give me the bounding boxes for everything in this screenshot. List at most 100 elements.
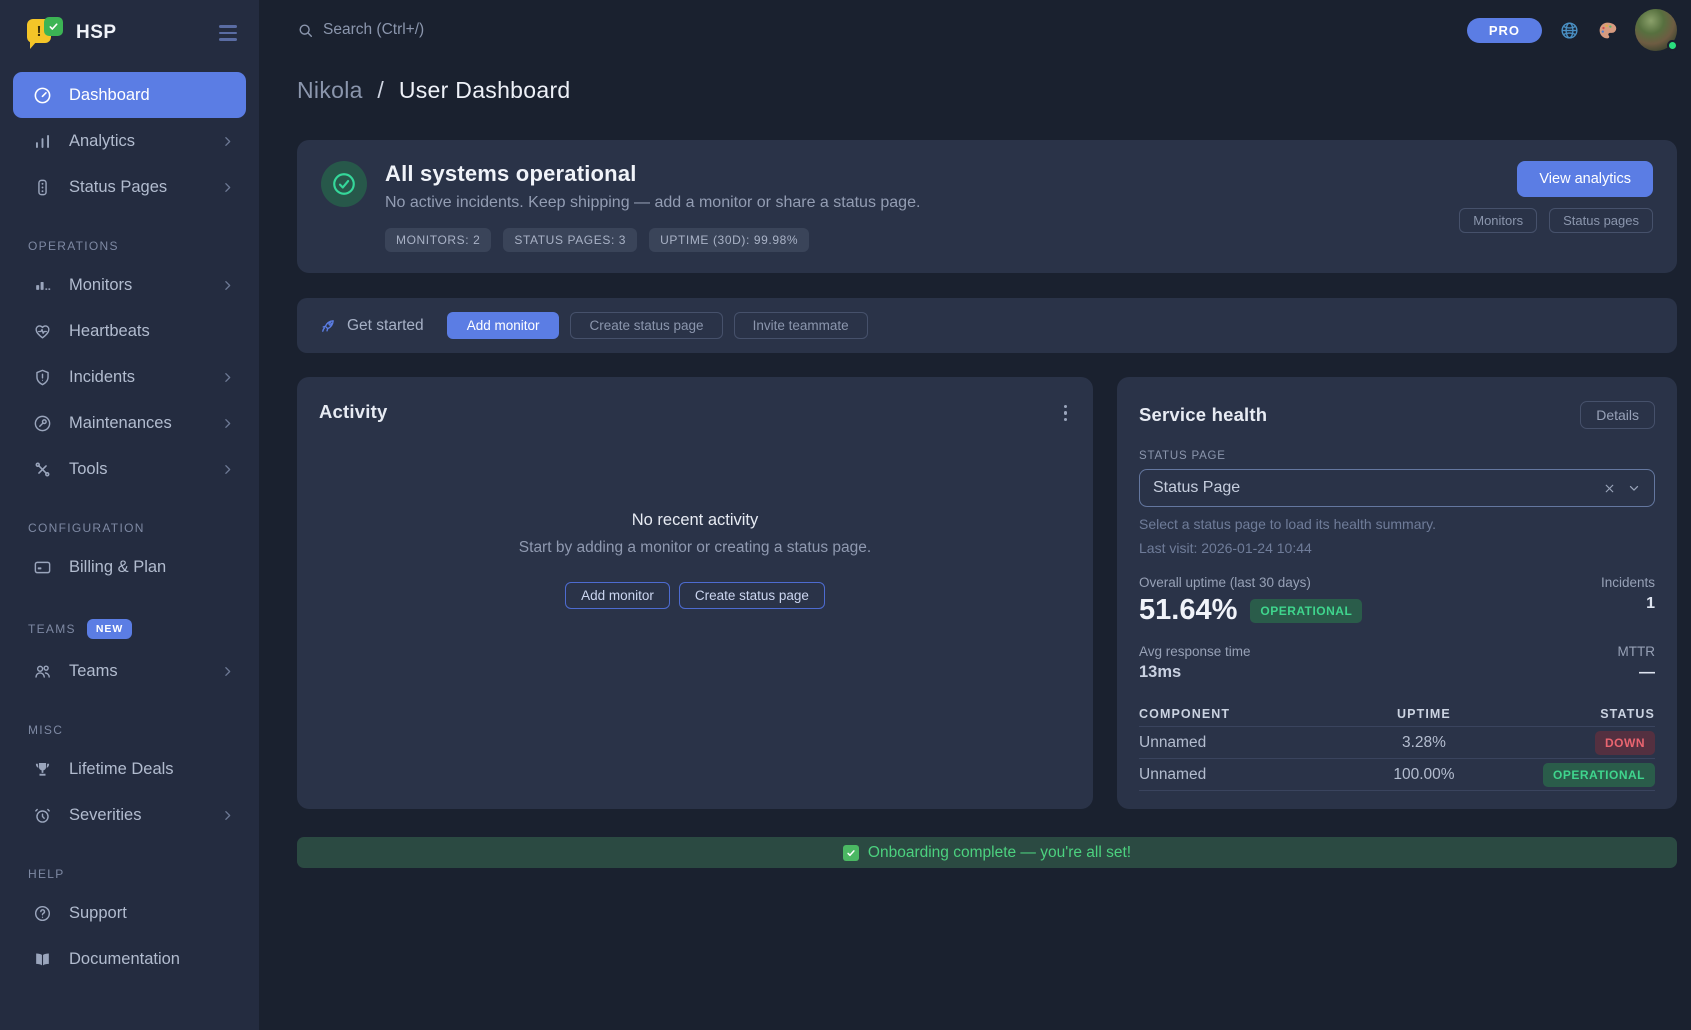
sidebar-item-documentation[interactable]: Documentation: [13, 936, 246, 982]
clear-icon[interactable]: [1603, 482, 1616, 495]
credit-card-icon: [32, 558, 52, 577]
topbar: Search (Ctrl+/) PRO: [297, 0, 1677, 60]
main-content: Search (Ctrl+/) PRO Nikola / User Dashbo…: [259, 0, 1691, 1030]
monitors-button[interactable]: Monitors: [1459, 208, 1537, 233]
chevron-right-icon: [221, 181, 234, 194]
sidebar-item-severities[interactable]: Severities: [13, 792, 246, 838]
tools-icon: [32, 460, 52, 479]
mttr-value: —: [1618, 664, 1656, 682]
sidebar-nav: Dashboard Analytics Status Pages OPERATI…: [0, 66, 259, 982]
globe-icon[interactable]: [1559, 20, 1580, 41]
kebab-menu-icon[interactable]: [1060, 401, 1071, 425]
sidebar-item-status-pages[interactable]: Status Pages: [13, 164, 246, 210]
breadcrumb-separator: /: [377, 77, 384, 103]
new-badge: NEW: [87, 619, 133, 639]
sidebar-section-operations: OPERATIONS: [28, 239, 259, 253]
sidebar-item-teams[interactable]: Teams: [13, 648, 246, 694]
breadcrumb-parent[interactable]: Nikola: [297, 77, 363, 103]
sidebar-item-maintenances[interactable]: Maintenances: [13, 400, 246, 446]
status-page-select-value: Status Page: [1153, 479, 1240, 497]
shield-alert-icon: [32, 368, 52, 387]
components-table: COMPONENT UPTIME STATUS Unnamed 3.28% DO…: [1139, 701, 1655, 791]
palette-icon[interactable]: [1597, 20, 1618, 41]
sidebar-section-misc: MISC: [28, 723, 259, 737]
uptime-label: Overall uptime (last 30 days): [1139, 575, 1362, 590]
onboarding-banner-text: Onboarding complete — you're all set!: [868, 844, 1131, 862]
page-title: User Dashboard: [399, 77, 571, 103]
component-uptime: 3.28%: [1347, 734, 1501, 752]
chevron-right-icon: [221, 371, 234, 384]
activity-empty-state: No recent activity Start by adding a mon…: [319, 511, 1071, 609]
brand-name: HSP: [76, 22, 117, 44]
sidebar-item-billing[interactable]: Billing & Plan: [13, 544, 246, 590]
monitors-count-chip: MONITORS: 2: [385, 228, 491, 252]
topbar-actions: PRO: [1467, 9, 1677, 51]
add-monitor-button[interactable]: Add monitor: [447, 312, 560, 339]
help-badge-icon: [32, 904, 52, 923]
sidebar-section-help: HELP: [28, 867, 259, 881]
check-circle-icon: [321, 161, 367, 207]
search-input[interactable]: Search (Ctrl+/): [297, 21, 424, 39]
chevron-right-icon: [221, 463, 234, 476]
sidebar-item-incidents[interactable]: Incidents: [13, 354, 246, 400]
check-icon: [843, 845, 859, 861]
hero-stat-chips: MONITORS: 2 STATUS PAGES: 3 UPTIME (30D)…: [385, 228, 920, 252]
hero-subtitle: No active incidents. Keep shipping — add…: [385, 194, 920, 212]
uptime-chip: UPTIME (30D): 99.98%: [649, 228, 809, 252]
mttr-label: MTTR: [1618, 644, 1656, 659]
details-button[interactable]: Details: [1580, 401, 1655, 429]
last-visit-text: Last visit: 2026-01-24 10:44: [1139, 540, 1655, 556]
incidents-value: 1: [1601, 595, 1655, 613]
view-analytics-button[interactable]: View analytics: [1517, 161, 1653, 197]
sidebar-item-heartbeats[interactable]: Heartbeats: [13, 308, 246, 354]
hero-title: All systems operational: [385, 161, 920, 187]
status-hero-card: All systems operational No active incide…: [297, 140, 1677, 273]
rocket-icon: [319, 317, 337, 335]
select-helper-text: Select a status page to load its health …: [1139, 516, 1655, 532]
trophy-icon: [32, 760, 52, 779]
avg-response-value: 13ms: [1139, 663, 1251, 682]
status-page-select[interactable]: Status Page: [1139, 469, 1655, 507]
table-row[interactable]: Unnamed 3.28% DOWN: [1139, 727, 1655, 759]
sidebar-item-support[interactable]: Support: [13, 890, 246, 936]
component-header: COMPONENT: [1139, 707, 1347, 721]
sidebar-item-monitors[interactable]: Monitors: [13, 262, 246, 308]
chevron-right-icon: [221, 417, 234, 430]
status-pages-count-chip: STATUS PAGES: 3: [503, 228, 637, 252]
online-status-dot: [1667, 40, 1678, 51]
get-started-label: Get started: [319, 317, 424, 335]
onboarding-banner: Onboarding complete — you're all set!: [297, 837, 1677, 868]
monitor-bars-icon: [32, 276, 52, 295]
uptime-value: 51.64%: [1139, 594, 1237, 627]
create-status-page-button[interactable]: Create status page: [570, 312, 722, 339]
create-status-page-button[interactable]: Create status page: [679, 582, 825, 609]
book-icon: [32, 950, 52, 969]
breadcrumb: Nikola / User Dashboard: [297, 77, 1677, 104]
operational-badge: OPERATIONAL: [1250, 599, 1362, 623]
service-health-title: Service health: [1139, 404, 1267, 426]
search-icon: [297, 22, 314, 39]
pro-badge[interactable]: PRO: [1467, 18, 1542, 43]
status-pages-button[interactable]: Status pages: [1549, 208, 1653, 233]
component-name: Unnamed: [1139, 734, 1347, 752]
sidebar-item-tools[interactable]: Tools: [13, 446, 246, 492]
get-started-bar: Get started Add monitor Create status pa…: [297, 298, 1677, 353]
table-row[interactable]: Unnamed 100.00% OPERATIONAL: [1139, 759, 1655, 791]
service-health-card: Service health Details STATUS PAGE Statu…: [1117, 377, 1677, 809]
table-header-row: COMPONENT UPTIME STATUS: [1139, 701, 1655, 727]
wrench-circle-icon: [32, 414, 52, 433]
app-logo-icon: !: [27, 17, 63, 49]
chevron-right-icon: [221, 135, 234, 148]
add-monitor-button[interactable]: Add monitor: [565, 582, 670, 609]
activity-card: Activity No recent activity Start by add…: [297, 377, 1093, 809]
sidebar-item-lifetime-deals[interactable]: Lifetime Deals: [13, 746, 246, 792]
sidebar-item-dashboard[interactable]: Dashboard: [13, 72, 246, 118]
bar-chart-icon: [32, 132, 52, 151]
sidebar-item-analytics[interactable]: Analytics: [13, 118, 246, 164]
user-avatar[interactable]: [1635, 9, 1677, 51]
chevron-down-icon[interactable]: [1627, 481, 1641, 495]
hamburger-menu-icon[interactable]: [219, 25, 237, 40]
down-status-badge: DOWN: [1595, 731, 1655, 755]
invite-teammate-button[interactable]: Invite teammate: [734, 312, 868, 339]
alarm-clock-icon: [32, 806, 52, 825]
